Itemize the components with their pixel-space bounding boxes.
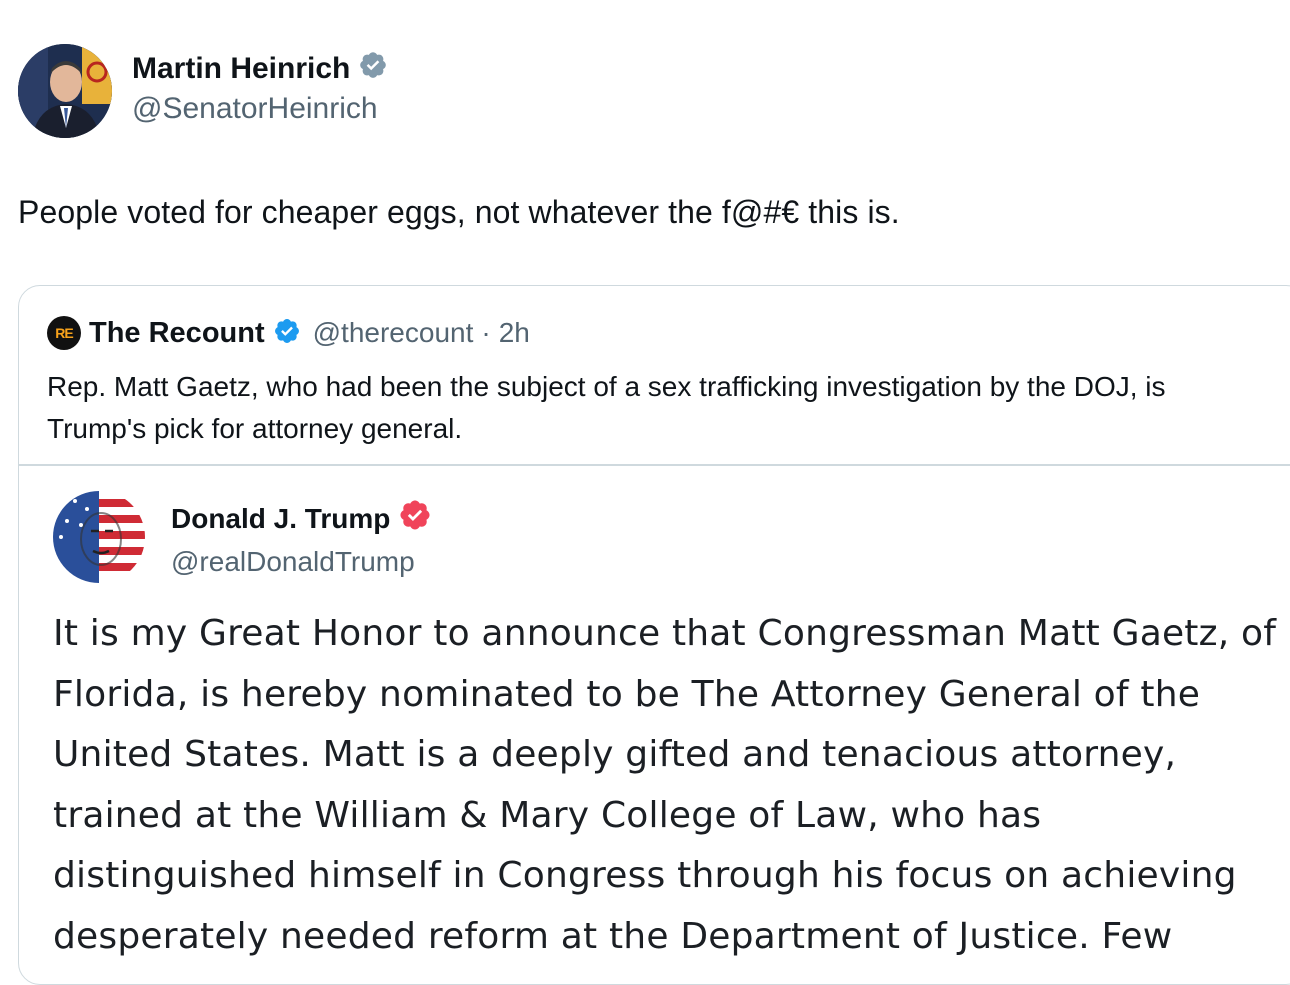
embedded-post-line: desperately needed reform at the Departm…	[53, 915, 1173, 957]
embedded-post-line: distinguished himself in Congress throug…	[53, 855, 1237, 896]
verified-badge-icon	[273, 317, 301, 350]
tweet-text: People voted for cheaper eggs, not whate…	[18, 194, 900, 230]
quoted-tweet-text: Rep. Matt Gaetz, who had been the subjec…	[47, 371, 1166, 444]
quoted-timestamp[interactable]: 2h	[499, 317, 530, 349]
verified-badge-icon	[398, 498, 432, 539]
recount-logo-icon[interactable]: RE	[47, 316, 81, 350]
author-name-text[interactable]: Martin Heinrich	[132, 52, 350, 86]
embedded-author-name-text: Donald J. Trump	[171, 502, 391, 534]
quoted-tweet-card[interactable]: RE The Recount @therecount · 2h Rep. Mat…	[18, 285, 1290, 985]
author-avatar[interactable]	[18, 44, 112, 138]
embedded-post-line: United States. Matt is a deeply gifted a…	[53, 734, 1177, 775]
embedded-post-body: It is my Great Honor to announce that Co…	[53, 604, 1290, 967]
quoted-author-name[interactable]: The Recount	[89, 317, 265, 350]
quoted-media-divider	[19, 464, 1290, 466]
embedded-author-avatar	[53, 491, 145, 583]
quoted-author-handle[interactable]: @therecount	[313, 317, 474, 349]
embedded-author-handle: @realDonaldTrump	[171, 546, 415, 577]
author-name[interactable]: Martin Heinrich	[132, 50, 388, 88]
quoted-tweet-header: RE The Recount @therecount · 2h	[47, 316, 530, 350]
author-handle[interactable]: @SenatorHeinrich	[132, 92, 378, 126]
embedded-post-line: trained at the William & Mary College of…	[53, 794, 1042, 836]
embedded-post-line: It is my Great Honor to announce that Co…	[53, 613, 1277, 654]
embedded-author-name: Donald J. Trump	[171, 498, 432, 539]
embedded-post-line: Florida, is hereby nominated to be The A…	[53, 673, 1201, 715]
quoted-separator: ·	[481, 317, 491, 348]
verified-badge-icon	[358, 50, 388, 88]
